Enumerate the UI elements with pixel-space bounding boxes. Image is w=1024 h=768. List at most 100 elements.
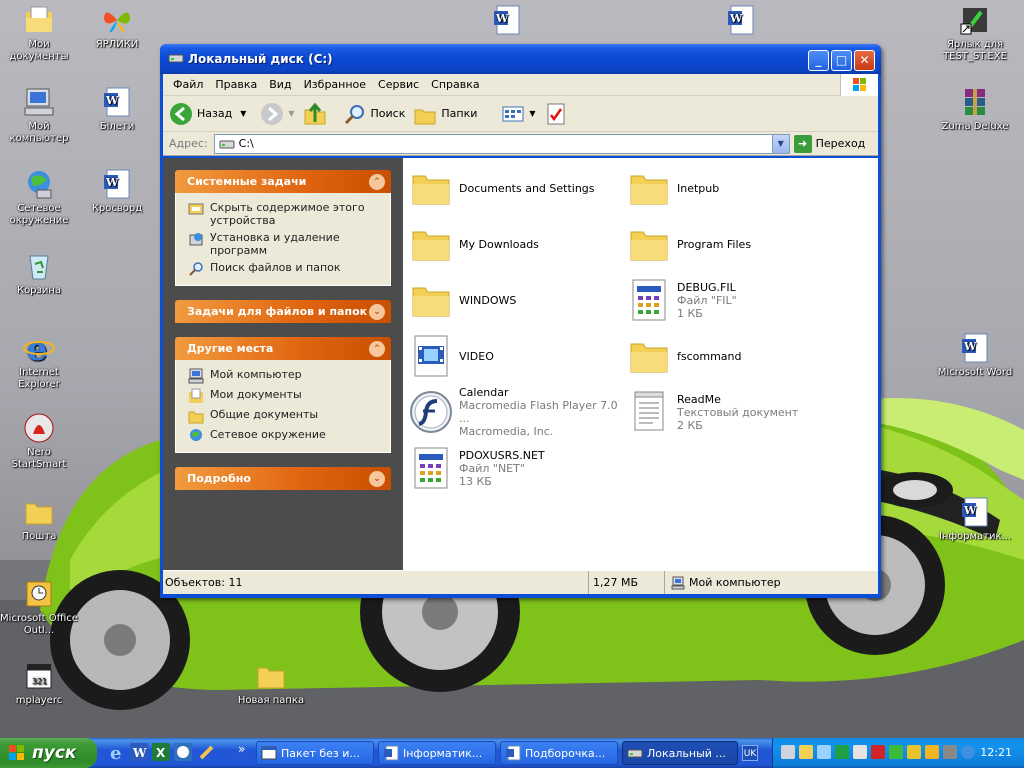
menu-tools[interactable]: Сервис	[372, 78, 425, 91]
quicklaunch-tools-icon[interactable]	[198, 743, 216, 761]
start-button[interactable]: пуск	[0, 738, 97, 768]
desktop-icon-krosvord[interactable]: W Кросворд	[78, 168, 156, 215]
expand-chevron-icon[interactable]: ⌄	[369, 303, 385, 320]
taskbar-button-paket[interactable]: Пакет без и...	[256, 741, 374, 765]
quicklaunch-excel-icon[interactable]: X	[152, 743, 170, 761]
tray-skype-icon[interactable]	[835, 745, 849, 759]
desktop-icon-test-st[interactable]: Ярлык для TEST_ST.EXE	[936, 4, 1014, 63]
file-type: Файл "NET"	[459, 461, 525, 475]
file-item[interactable]: PDOXUSRS.NET Файл "NET" 13 КБ	[409, 444, 625, 492]
address-dropdown-icon[interactable]: ▼	[771, 134, 789, 153]
place-my-documents[interactable]: Мои документы	[188, 388, 382, 404]
file-item[interactable]: DEBUG.FIL Файл "FIL" 1 КБ	[627, 276, 843, 324]
taskbar-button-label: Локальный ...	[647, 746, 726, 760]
file-item[interactable]: Program Files	[627, 220, 843, 268]
expand-chevron-icon[interactable]: ⌄	[369, 470, 385, 487]
up-button[interactable]	[303, 102, 331, 126]
task-search-files[interactable]: Поиск файлов и папок	[188, 261, 382, 277]
desktop-icon-network[interactable]: Сетевое окружение	[0, 168, 78, 227]
taskbar-button-informatika[interactable]: Інформатик...	[378, 741, 496, 765]
folders-icon	[413, 102, 437, 126]
panel-header[interactable]: Задачи для файлов и папок ⌄	[175, 300, 391, 323]
tray-update-icon[interactable]	[925, 745, 939, 759]
desktop-icon-hidden-word-1[interactable]: W	[468, 4, 546, 39]
desktop-icon-my-computer[interactable]: Мой компьютер	[0, 86, 78, 145]
quicklaunch-word-icon[interactable]: W	[130, 743, 148, 761]
desktop-icon-recycle-bin[interactable]: Корзина	[0, 250, 78, 297]
hide-contents-icon	[188, 201, 204, 217]
desktop-icon-zuma[interactable]: Zuma Deluxe	[936, 86, 1014, 133]
quicklaunch-ie-icon[interactable]: e	[108, 743, 126, 764]
desktop-icon-internet-explorer[interactable]: e Internet Explorer	[0, 330, 78, 391]
language-indicator[interactable]: UK	[742, 745, 758, 761]
file-item[interactable]: Inetpub	[627, 164, 843, 212]
tray-display-icon[interactable]	[817, 745, 831, 759]
menu-file[interactable]: Файл	[167, 78, 209, 91]
back-button[interactable]: Назад ▼	[169, 102, 246, 126]
file-item[interactable]: Documents and Settings	[409, 164, 625, 212]
place-my-computer[interactable]: Мой компьютер	[188, 368, 382, 384]
place-network[interactable]: Сетевое окружение	[188, 428, 382, 444]
menu-help[interactable]: Справка	[425, 78, 485, 91]
desktop-icon-yarlyki[interactable]: ЯРЛИКИ	[78, 4, 156, 51]
tray-security-icon[interactable]	[907, 745, 921, 759]
minimize-button[interactable]: _	[808, 50, 829, 71]
desktop-icon-nero[interactable]: Nero StartSmart	[0, 412, 78, 471]
place-shared-documents[interactable]: Общие документы	[188, 408, 382, 424]
back-dropdown-icon[interactable]: ▼	[240, 109, 246, 118]
menu-edit[interactable]: Правка	[209, 78, 263, 91]
tray-globe-icon[interactable]	[961, 745, 975, 759]
file-item[interactable]: Calendar Macromedia Flash Player 7.0 ...…	[409, 386, 625, 438]
taskbar-button-podborochka[interactable]: Подборочка...	[500, 741, 618, 765]
file-name: Calendar	[459, 386, 509, 399]
maximize-button[interactable]: □	[831, 50, 852, 71]
desktop-icon-msword[interactable]: W Microsoft Word	[936, 332, 1014, 379]
go-button[interactable]: ➜ Переход	[793, 134, 865, 153]
window-titlebar[interactable]: Локальный диск (C:) _ □ ✕	[160, 44, 881, 74]
tray-network-icon[interactable]	[781, 745, 795, 759]
desktop-icon-poshta[interactable]: Пошта	[0, 496, 78, 543]
desktop-icon-hidden-word-2[interactable]: W	[702, 4, 780, 39]
tray-clock[interactable]: 12:21	[980, 746, 1012, 759]
task-hide-contents[interactable]: Скрыть содержимое этого устройства	[188, 201, 382, 227]
task-add-remove-programs[interactable]: Установка и удаление программ	[188, 231, 382, 257]
panel-header[interactable]: Системные задачи ⌃	[175, 170, 391, 193]
address-input[interactable]: C:\ ▼	[213, 133, 790, 154]
file-item[interactable]: ReadMe Текстовый документ 2 КБ	[627, 388, 843, 436]
file-company: Macromedia, Inc.	[459, 425, 554, 438]
desktop-icon-mplayerc[interactable]: 321 mplayerc	[0, 660, 78, 707]
properties-button[interactable]	[544, 102, 572, 126]
tray-folder-icon[interactable]	[799, 745, 813, 759]
panel-header[interactable]: Другие места ⌃	[175, 337, 391, 360]
quicklaunch-outlook-icon[interactable]	[174, 743, 192, 761]
desktop-icon-my-documents[interactable]: Мои документы	[0, 4, 78, 63]
views-dropdown-icon[interactable]: ▼	[529, 109, 535, 118]
file-item[interactable]: VIDEO	[409, 332, 625, 380]
desktop-icon-informatika[interactable]: W Інформатик...	[936, 496, 1014, 543]
taskbar-button-local-disk[interactable]: Локальный ...	[622, 741, 738, 765]
desktop-icon-outlook[interactable]: Microsoft Office Outl...	[0, 578, 78, 637]
file-item[interactable]: My Downloads	[409, 220, 625, 268]
panel-header[interactable]: Подробно ⌄	[175, 467, 391, 490]
tray-gear-icon[interactable]	[889, 745, 903, 759]
tray-antivirus-icon[interactable]	[871, 745, 885, 759]
forward-button[interactable]: ▼	[260, 102, 295, 126]
forward-dropdown-icon[interactable]: ▼	[288, 109, 294, 118]
file-item[interactable]: fscommand	[627, 332, 843, 380]
desktop-icon-bileti[interactable]: W Білети	[78, 86, 156, 133]
menu-view[interactable]: Вид	[263, 78, 297, 91]
close-button[interactable]: ✕	[854, 50, 875, 71]
file-item[interactable]: WINDOWS	[409, 276, 625, 324]
menu-favorites[interactable]: Избранное	[298, 78, 372, 91]
collapse-chevron-icon[interactable]: ⌃	[369, 340, 385, 357]
network-icon	[23, 168, 55, 200]
tray-volume-icon[interactable]	[853, 745, 867, 759]
collapse-chevron-icon[interactable]: ⌃	[369, 173, 385, 190]
properties-checklist-icon	[544, 102, 568, 126]
quicklaunch-overflow-icon[interactable]: »	[238, 742, 245, 756]
tray-mixer-icon[interactable]	[943, 745, 957, 759]
views-button[interactable]: ▼	[501, 102, 536, 126]
desktop-icon-new-folder[interactable]: Новая папка	[232, 660, 310, 707]
search-button[interactable]: Поиск	[343, 102, 405, 126]
folders-button[interactable]: Папки	[413, 102, 477, 126]
